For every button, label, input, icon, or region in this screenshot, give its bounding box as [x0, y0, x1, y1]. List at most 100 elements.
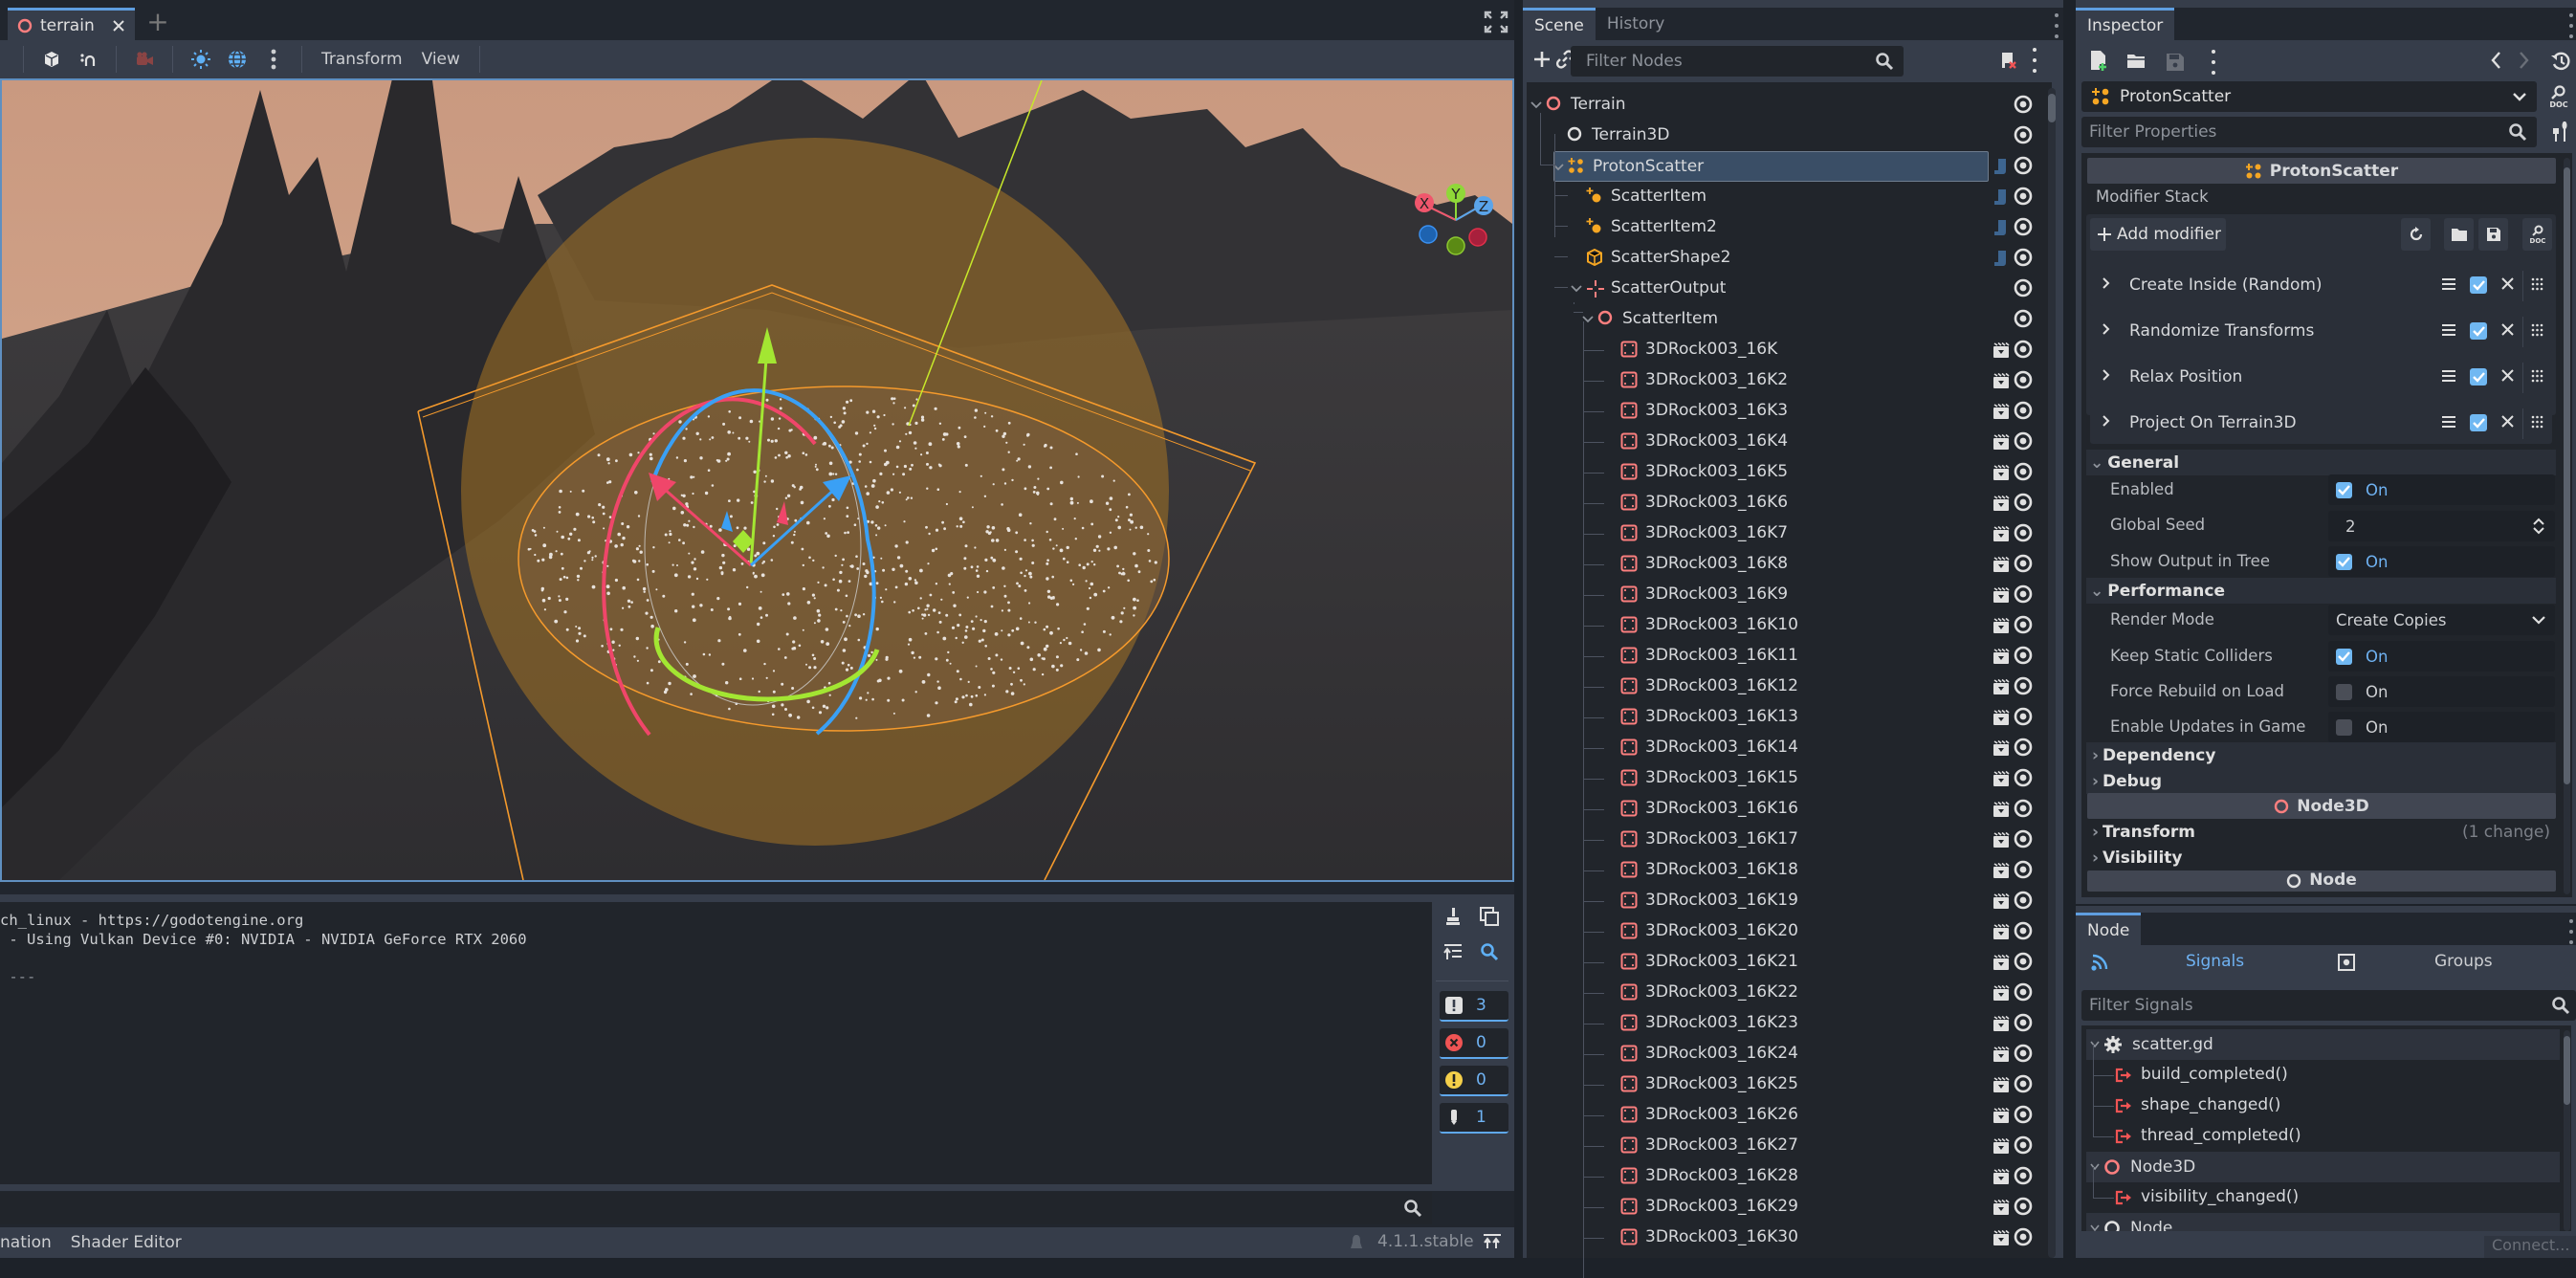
scene-tree-menu-icon[interactable]	[2030, 48, 2039, 73]
visibility-eye-icon[interactable]	[2013, 247, 2036, 270]
visibility-eye-icon[interactable]	[2013, 461, 2036, 484]
section-general[interactable]: ⌄ General	[2086, 450, 2556, 475]
modifier-row[interactable]: Relax Position	[2090, 358, 2552, 398]
copy-icon[interactable]	[1475, 902, 1504, 931]
tree-item[interactable]: ScatterItem	[1527, 304, 2024, 335]
visibility-eye-icon[interactable]	[2013, 951, 2036, 974]
clapperboard-icon[interactable]	[1993, 464, 2010, 481]
version-label[interactable]: 4.1.1.stable	[1377, 1232, 1474, 1251]
visibility-eye-icon[interactable]	[2013, 859, 2036, 882]
visibility-eye-icon[interactable]	[2013, 981, 2036, 1004]
visibility-eye-icon[interactable]	[2013, 1012, 2036, 1035]
history-back-icon[interactable]	[2490, 51, 2501, 70]
visibility-eye-icon[interactable]	[2013, 1135, 2036, 1157]
show-output-checkbox[interactable]: On	[2328, 546, 2555, 577]
clapperboard-icon[interactable]	[1993, 954, 2010, 971]
select-cube-icon[interactable]	[33, 44, 70, 75]
filter-errors-toggle[interactable]: 0	[1440, 1028, 1508, 1059]
clapperboard-icon[interactable]	[1993, 801, 2010, 818]
clapperboard-icon[interactable]	[1993, 403, 2010, 420]
clapperboard-icon[interactable]	[1993, 1046, 2010, 1063]
tree-item[interactable]: ScatterOutput	[1527, 274, 2024, 304]
connect-button[interactable]: Connect...	[2484, 1236, 2576, 1258]
signal-item[interactable]: thread_completed()	[2086, 1106, 2560, 1152]
visibility-eye-icon[interactable]	[2013, 1043, 2036, 1066]
clapperboard-icon[interactable]	[1993, 1137, 2010, 1155]
new-resource-icon[interactable]	[2089, 50, 2108, 71]
environment-globe-icon[interactable]	[219, 44, 255, 75]
visibility-eye-icon[interactable]	[2013, 430, 2036, 453]
menu-icon[interactable]	[2442, 323, 2455, 337]
save-preset-button[interactable]	[2478, 218, 2508, 251]
filter-nodes-input[interactable]: Filter Nodes	[1571, 46, 1904, 77]
script-icon[interactable]	[1993, 218, 2008, 237]
modifier-enabled-checkbox[interactable]	[2470, 322, 2487, 340]
collapse-duplicates-icon[interactable]	[1439, 937, 1467, 966]
force-rebuild-checkbox[interactable]: On	[2328, 676, 2555, 707]
clapperboard-icon[interactable]	[1993, 709, 2010, 726]
detach-script-icon[interactable]	[1999, 50, 2018, 71]
drag-handle-icon[interactable]	[2531, 369, 2543, 383]
remove-modifier-icon[interactable]	[2501, 277, 2514, 290]
clapperboard-icon[interactable]	[1993, 1107, 2010, 1124]
tree-item[interactable]: Terrain3D	[1527, 121, 2024, 151]
scrollbar-thumb[interactable]	[2048, 94, 2056, 122]
clear-output-icon[interactable]	[1439, 902, 1467, 931]
chevron-right-icon[interactable]	[2102, 322, 2111, 336]
add-modifier-button[interactable]: Add modifier	[2090, 218, 2226, 251]
clapperboard-icon[interactable]	[1993, 495, 2010, 512]
menu-icon[interactable]	[2442, 277, 2455, 291]
clapperboard-icon[interactable]	[1993, 862, 2010, 879]
clapperboard-icon[interactable]	[1993, 831, 2010, 848]
output-log[interactable]: ch_linux - https://godotengine.org - Usi…	[0, 902, 1432, 1184]
visibility-eye-icon[interactable]	[2013, 1196, 2036, 1219]
visibility-eye-icon[interactable]	[2013, 584, 2036, 606]
filter-properties-input[interactable]: Filter Properties	[2081, 117, 2537, 147]
bottom-tab-animation[interactable]: nation	[0, 1233, 52, 1252]
visibility-eye-icon[interactable]	[2013, 1073, 2036, 1096]
recent-history-icon[interactable]	[2550, 51, 2571, 72]
scene-tree[interactable]: Terrain Terrain3D ProtonScatter ScatterItem…	[1527, 82, 2052, 1278]
rebuild-button[interactable]	[2401, 218, 2431, 251]
visibility-eye-icon[interactable]	[2013, 492, 2036, 515]
visibility-eye-icon[interactable]	[2013, 645, 2036, 668]
visibility-eye-icon[interactable]	[2013, 308, 2036, 331]
visibility-eye-icon[interactable]	[2013, 920, 2036, 943]
visibility-eye-icon[interactable]	[2013, 706, 2036, 729]
bottom-tab-shader-editor[interactable]: Shader Editor	[71, 1233, 182, 1252]
notification-bell-icon[interactable]	[1349, 1233, 1364, 1252]
modifier-enabled-checkbox[interactable]	[2470, 414, 2487, 431]
output-filter-input[interactable]	[0, 1192, 1432, 1224]
script-icon[interactable]	[1993, 249, 2008, 268]
visibility-eye-icon[interactable]	[2013, 186, 2036, 209]
render-mode-dropdown[interactable]: Create Copies	[2328, 605, 2555, 635]
view-menu[interactable]: View	[412, 50, 470, 69]
drag-handle-icon[interactable]	[2531, 323, 2543, 337]
remove-modifier-icon[interactable]	[2501, 369, 2514, 382]
clapperboard-icon[interactable]	[1993, 770, 2010, 787]
modifier-row[interactable]: Randomize Transforms	[2090, 312, 2552, 352]
scrollbar-thumb[interactable]	[2564, 167, 2570, 784]
clapperboard-icon[interactable]	[1993, 892, 2010, 910]
visibility-eye-icon[interactable]	[2013, 339, 2036, 362]
clapperboard-icon[interactable]	[1993, 1168, 2010, 1185]
search-toggle-icon[interactable]	[1475, 937, 1504, 966]
chevron-right-icon[interactable]	[2102, 368, 2111, 382]
open-docs-icon[interactable]: DOC	[2548, 85, 2569, 108]
load-preset-button[interactable]	[2444, 218, 2474, 251]
clapperboard-icon[interactable]	[1993, 342, 2010, 359]
chevron-right-icon[interactable]	[2102, 414, 2111, 428]
tree-item[interactable]: ProtonScatter	[1552, 151, 1989, 182]
open-folder-icon[interactable]	[2126, 53, 2147, 70]
add-node-icon[interactable]	[1532, 50, 1552, 69]
dock-menu-icon[interactable]	[2566, 13, 2576, 38]
dock-menu-icon[interactable]	[2052, 13, 2061, 38]
drag-handle-icon[interactable]	[2531, 415, 2543, 429]
clapperboard-icon[interactable]	[1993, 433, 2010, 451]
clapperboard-icon[interactable]	[1993, 1229, 2010, 1246]
history-forward-icon[interactable]	[2519, 51, 2530, 70]
visibility-eye-icon[interactable]	[2013, 124, 2036, 147]
signal-group-header[interactable]: Node	[2086, 1213, 2560, 1231]
tree-item[interactable]: Terrain	[1527, 90, 2024, 121]
add-scene-tab-button[interactable]: +	[143, 9, 172, 38]
